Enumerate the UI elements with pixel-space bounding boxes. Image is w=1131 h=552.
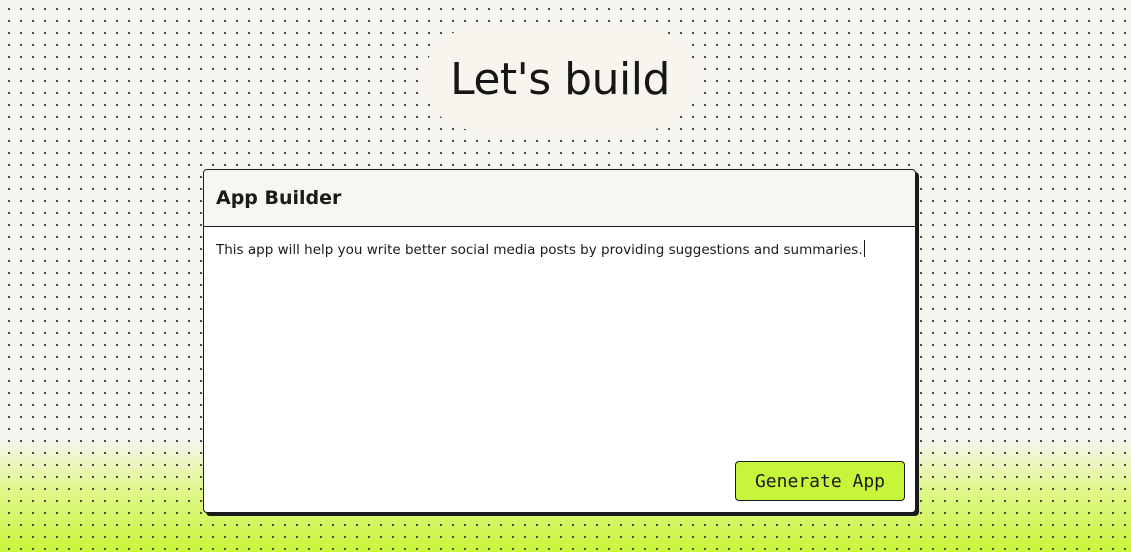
app-description-text: This app will help you write better soci… bbox=[216, 242, 863, 258]
hero-pill: Let's build bbox=[424, 28, 696, 130]
app-builder-card: App Builder This app will help you write… bbox=[203, 169, 916, 513]
app-description-textarea[interactable]: This app will help you write better soci… bbox=[216, 240, 903, 259]
generate-app-button[interactable]: Generate App bbox=[735, 461, 905, 501]
page-title: Let's build bbox=[450, 53, 670, 105]
card-title: App Builder bbox=[216, 187, 342, 209]
text-cursor bbox=[863, 240, 865, 257]
card-header: App Builder bbox=[204, 170, 915, 227]
